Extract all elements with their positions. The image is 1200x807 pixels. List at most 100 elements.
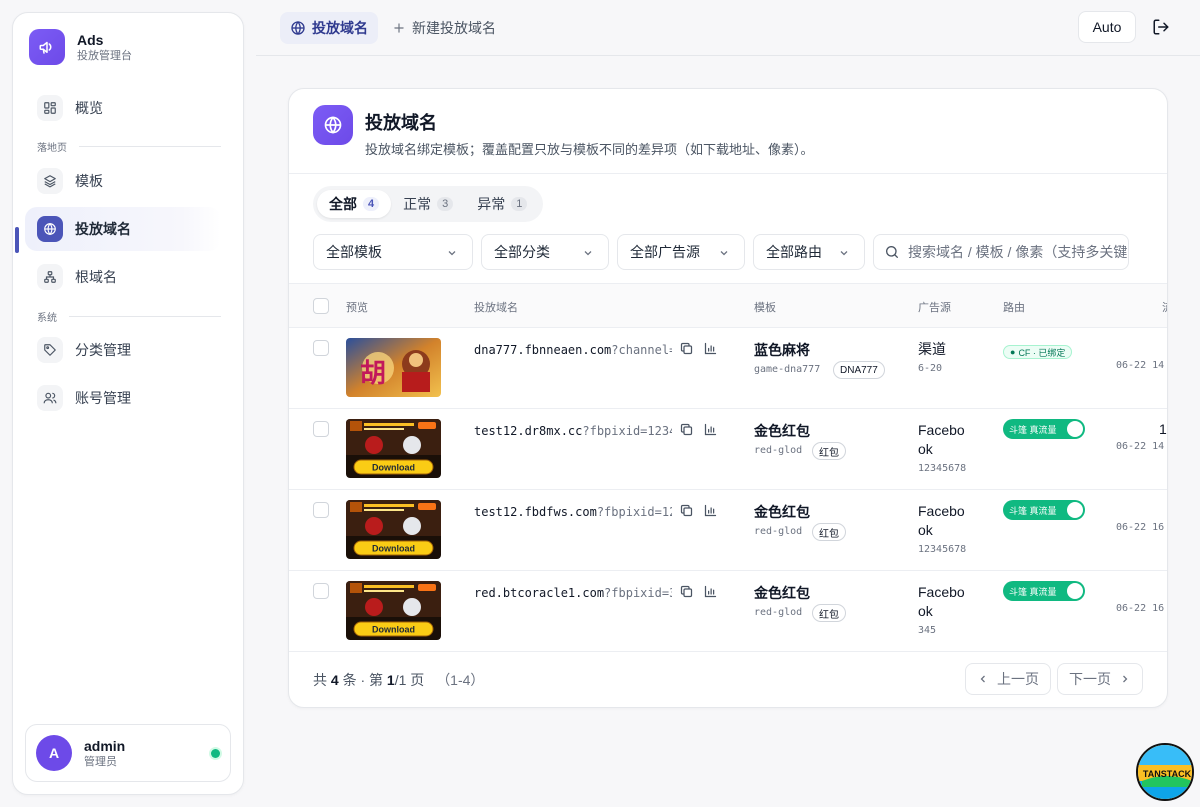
table-row[interactable]: Download test12.fbdfws.com?fbpixid=12345… bbox=[289, 490, 1167, 571]
sidebar-item-domains[interactable]: 投放域名 bbox=[25, 207, 221, 251]
chevron-down-icon bbox=[720, 251, 728, 256]
search-box bbox=[873, 234, 1129, 270]
sidebar-item-label: 投放域名 bbox=[75, 221, 131, 237]
theme-auto-button[interactable]: Auto bbox=[1078, 11, 1136, 43]
route-status-badge: ● CF · 已绑定 bbox=[1003, 345, 1073, 359]
column-header-preview: 预览 bbox=[346, 302, 368, 314]
avatar: A bbox=[36, 735, 72, 771]
prev-page-button[interactable]: 上一页 bbox=[965, 663, 1051, 695]
pagination-summary: 共 4 条 · 第 1/1 页 （1-4） bbox=[313, 672, 485, 688]
template-select[interactable]: 全部模板 bbox=[313, 234, 473, 270]
column-header-template: 模板 bbox=[754, 302, 776, 314]
table-row[interactable]: 胡 dna777.fbnneaen.com?channel=6-20 蓝色麻将 … bbox=[289, 328, 1167, 409]
template-tag: 红包 bbox=[812, 442, 846, 460]
template-code: red-glod bbox=[754, 607, 803, 618]
chevron-down-icon bbox=[448, 251, 456, 256]
sidebar-item-label: 模板 bbox=[75, 173, 103, 189]
stats-icon[interactable] bbox=[703, 584, 719, 600]
preview-thumbnail[interactable]: Download bbox=[346, 419, 441, 478]
topbar: 投放域名 新建投放域名 Auto bbox=[256, 0, 1200, 56]
domain-text[interactable]: test12.fbdfws.com?fbpixid=12345678 bbox=[474, 505, 672, 519]
globe-icon bbox=[37, 216, 63, 242]
ad-source-detail: 6-20 bbox=[918, 363, 943, 374]
count-badge: 1 bbox=[511, 197, 528, 211]
category-select[interactable]: 全部分类 bbox=[481, 234, 609, 270]
route-toggle[interactable]: 斗篷 真流量 bbox=[1003, 581, 1085, 601]
preview-thumbnail[interactable]: Download bbox=[346, 500, 441, 559]
copy-icon[interactable] bbox=[679, 422, 695, 438]
user-card[interactable]: A admin 管理员 bbox=[25, 724, 231, 782]
sitemap-icon bbox=[37, 264, 63, 290]
ad-source-select[interactable]: 全部广告源 bbox=[617, 234, 745, 270]
search-icon bbox=[886, 246, 898, 258]
sidebar-item-label: 账号管理 bbox=[75, 390, 131, 406]
tab-new-domain[interactable]: 新建投放域名 bbox=[382, 12, 506, 44]
svg-text:Download: Download bbox=[372, 544, 415, 554]
next-page-button[interactable]: 下一页 bbox=[1057, 663, 1143, 695]
row-checkbox[interactable] bbox=[313, 583, 329, 599]
row-checkbox[interactable] bbox=[313, 502, 329, 518]
template-tag: DNA777 bbox=[833, 361, 885, 379]
route-toggle[interactable]: 斗篷 真流量 bbox=[1003, 419, 1085, 439]
grid-icon bbox=[37, 95, 63, 121]
stats-icon[interactable] bbox=[703, 341, 719, 357]
template-code: red-glod bbox=[754, 445, 803, 456]
domain-text[interactable]: test12.dr8mx.cc?fbpixid=12345678 bbox=[474, 424, 672, 438]
route-toggle[interactable]: 斗篷 真流量 bbox=[1003, 500, 1085, 520]
column-header-ad-source: 广告源 bbox=[918, 302, 951, 314]
sidebar-item-categories[interactable]: 分类管理 bbox=[25, 328, 221, 372]
select-all-checkbox[interactable] bbox=[313, 298, 329, 314]
status-tab-abnormal[interactable]: 异常 1 bbox=[465, 190, 539, 218]
chevron-down-icon bbox=[840, 251, 848, 256]
brand-title: Ads bbox=[77, 31, 104, 48]
preview-thumbnail[interactable]: 胡 bbox=[346, 338, 441, 397]
svg-text:Download: Download bbox=[372, 625, 415, 635]
tab-domains[interactable]: 投放域名 bbox=[280, 12, 378, 44]
stats-icon[interactable] bbox=[703, 422, 719, 438]
sidebar-item-label: 概览 bbox=[75, 100, 103, 116]
search-input[interactable] bbox=[908, 244, 1128, 260]
copy-icon[interactable] bbox=[679, 584, 695, 600]
template-tag: 红包 bbox=[812, 523, 846, 541]
tanstack-devtools-button[interactable]: TANSTACK bbox=[1136, 743, 1194, 801]
row-checkbox[interactable] bbox=[313, 340, 329, 356]
table-row[interactable]: Download test12.dr8mx.cc?fbpixid=1234567… bbox=[289, 409, 1167, 490]
chevron-right-icon bbox=[1123, 675, 1128, 683]
sidebar-item-root-domains[interactable]: 根域名 bbox=[25, 255, 221, 299]
sidebar-item-label: 分类管理 bbox=[75, 342, 131, 358]
route-select[interactable]: 全部路由 bbox=[753, 234, 865, 270]
section-label-system: 系统 bbox=[37, 309, 221, 324]
brand-subtitle: 投放管理台 bbox=[77, 49, 132, 62]
row-checkbox[interactable] bbox=[313, 421, 329, 437]
domain-text[interactable]: red.btcoracle1.com?fbpixid=345 bbox=[474, 586, 672, 600]
preview-thumbnail[interactable]: Download bbox=[346, 581, 441, 640]
sidebar-item-accounts[interactable]: 账号管理 bbox=[25, 376, 221, 420]
ad-source-detail: 345 bbox=[918, 625, 937, 636]
copy-icon[interactable] bbox=[679, 503, 695, 519]
svg-text:胡: 胡 bbox=[360, 359, 386, 389]
logout-icon[interactable] bbox=[1152, 18, 1170, 36]
status-filter-tabs: 全部 4 正常 3 异常 1 bbox=[313, 186, 544, 222]
table-row[interactable]: Download red.btcoracle1.com?fbpixid=345 … bbox=[289, 571, 1167, 652]
status-tab-normal[interactable]: 正常 3 bbox=[391, 190, 465, 218]
stats-icon[interactable] bbox=[703, 503, 719, 519]
updated-at: 06-22 14 bbox=[1116, 441, 1165, 452]
online-status-dot bbox=[211, 749, 220, 758]
plus-icon bbox=[392, 21, 406, 35]
copy-icon[interactable] bbox=[679, 341, 695, 357]
chevron-down-icon bbox=[584, 251, 592, 256]
column-header-domain: 投放域名 bbox=[474, 302, 518, 314]
updated-at: 06-22 16 bbox=[1116, 603, 1165, 614]
ad-source-name: 渠道 bbox=[918, 341, 946, 357]
count-badge: 4 bbox=[363, 197, 380, 211]
domain-text[interactable]: dna777.fbnneaen.com?channel=6-20 bbox=[474, 343, 672, 357]
domains-card: 投放域名 投放域名绑定模板；覆盖配置只放与模板不同的差异项（如下载地址、像素）。… bbox=[288, 88, 1168, 708]
column-header-extra: 流 bbox=[1162, 299, 1167, 315]
template-code: red-glod bbox=[754, 526, 803, 537]
sidebar-item-templates[interactable]: 模板 bbox=[25, 159, 221, 203]
sidebar-item-overview[interactable]: 概览 bbox=[25, 86, 221, 130]
status-tab-all[interactable]: 全部 4 bbox=[317, 190, 392, 218]
ad-source-detail: 12345678 bbox=[918, 463, 967, 474]
template-name: 蓝色麻将 bbox=[754, 342, 810, 358]
user-role: 管理员 bbox=[84, 755, 117, 768]
